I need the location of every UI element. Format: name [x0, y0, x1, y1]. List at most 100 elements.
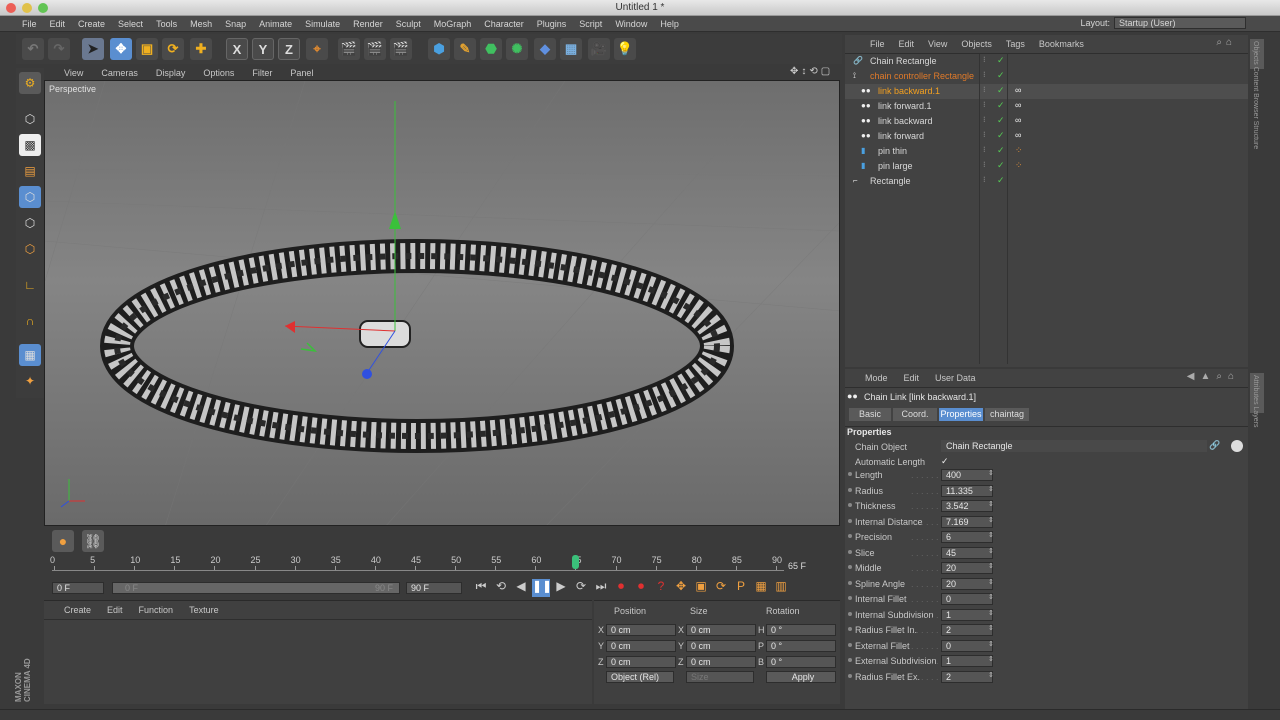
- menu-item-create[interactable]: Create: [78, 19, 105, 29]
- object-row[interactable]: 🔗 Chain Rectangle ⁝ ✓: [845, 54, 1248, 69]
- property-field[interactable]: 1: [941, 655, 993, 667]
- enabled-check-icon[interactable]: ✓: [997, 55, 1005, 66]
- next-key-icon[interactable]: ⟳: [572, 579, 590, 597]
- stepper-arrows-icon[interactable]: ⇕: [988, 547, 994, 555]
- object-name[interactable]: pin large: [878, 161, 913, 171]
- key-scale-icon[interactable]: ▣: [692, 579, 710, 597]
- property-field[interactable]: 0: [941, 593, 993, 605]
- property-field[interactable]: 2: [941, 670, 993, 683]
- chain-object-link-field[interactable]: Chain Rectangle: [941, 440, 1207, 452]
- material-menu-edit[interactable]: Edit: [107, 605, 123, 615]
- property-field[interactable]: 400: [941, 469, 993, 481]
- stepper-arrows-icon[interactable]: ⇕: [988, 578, 994, 586]
- object-row[interactable]: ▮ pin thin ⁝ ✓ ⁘: [845, 144, 1248, 159]
- stepper-arrows-icon[interactable]: ⇕: [988, 500, 994, 508]
- object-menu-view[interactable]: View: [928, 39, 947, 49]
- coordinate-system-icon[interactable]: ⌖: [306, 38, 328, 60]
- spline-pen-icon[interactable]: ✎: [454, 38, 476, 60]
- menu-item-plugins[interactable]: Plugins: [537, 19, 567, 29]
- next-frame-icon[interactable]: ▶: [552, 579, 570, 597]
- make-editable-icon[interactable]: ⚙: [19, 72, 41, 94]
- camera-icon[interactable]: 🎥: [588, 38, 610, 60]
- rotation-field[interactable]: 0 °: [766, 640, 836, 652]
- go-to-start-icon[interactable]: ⏮: [472, 579, 490, 597]
- property-field[interactable]: 7.169: [941, 515, 993, 528]
- object-row[interactable]: ●● link backward.1 ⁝ ✓ ∞: [845, 84, 1248, 99]
- attribute-menu-user-data[interactable]: User Data: [935, 373, 976, 383]
- tab-basic[interactable]: Basic: [849, 408, 891, 421]
- property-field[interactable]: 1: [941, 608, 993, 621]
- key-position-icon[interactable]: ✥: [672, 579, 690, 597]
- render-view-icon[interactable]: 🎬: [338, 38, 360, 60]
- redo-icon[interactable]: ↷: [48, 38, 70, 60]
- enabled-check-icon[interactable]: ✓: [997, 145, 1005, 156]
- visibility-dots-icon[interactable]: ⁝: [983, 175, 986, 184]
- stepper-arrows-icon[interactable]: ⇕: [988, 562, 994, 570]
- magnet-snap-icon[interactable]: ∩: [19, 310, 41, 332]
- viewport-menu-options[interactable]: Options: [203, 68, 234, 78]
- texture-mode-icon[interactable]: ▩: [19, 134, 41, 156]
- object-menu-edit[interactable]: Edit: [899, 39, 915, 49]
- previous-frame-icon[interactable]: ◀: [512, 579, 530, 597]
- layout-selector[interactable]: Layout: Startup (User): [1080, 17, 1246, 29]
- playhead[interactable]: [572, 555, 580, 569]
- object-row[interactable]: ●● link backward ⁝ ✓ ∞: [845, 114, 1248, 129]
- render-settings-icon[interactable]: 🎬: [390, 38, 412, 60]
- object-row[interactable]: ⌐ Rectangle ⁝ ✓: [845, 174, 1248, 189]
- select-arrow-icon[interactable]: ➤: [82, 38, 104, 60]
- tab-coord[interactable]: Coord.: [893, 408, 937, 421]
- link-icon[interactable]: 🔗: [1209, 440, 1220, 451]
- enabled-check-icon[interactable]: ✓: [997, 85, 1005, 96]
- range-slider[interactable]: 0 F 90 F: [112, 582, 400, 594]
- move-tool-icon[interactable]: ✥: [110, 38, 132, 60]
- material-menu-texture[interactable]: Texture: [189, 605, 219, 615]
- object-name[interactable]: link backward.1: [878, 86, 940, 96]
- layout-dropdown[interactable]: Startup (User): [1114, 17, 1246, 29]
- property-field[interactable]: 3.542: [941, 500, 993, 512]
- object-row[interactable]: ▮ pin large ⁝ ✓ ⁘: [845, 159, 1248, 174]
- size-field[interactable]: 0 cm: [686, 656, 756, 668]
- undo-icon[interactable]: ↶: [22, 38, 44, 60]
- object-name[interactable]: link forward: [878, 131, 924, 141]
- stepper-arrows-icon[interactable]: ⇕: [988, 593, 994, 601]
- perspective-viewport[interactable]: Perspective: [44, 80, 840, 526]
- menu-item-tools[interactable]: Tools: [156, 19, 177, 29]
- enabled-check-icon[interactable]: ✓: [997, 70, 1005, 81]
- chain-tag-icon[interactable]: ∞: [1015, 115, 1021, 125]
- property-field[interactable]: 6: [941, 531, 993, 543]
- object-menu-file[interactable]: File: [870, 39, 885, 49]
- size-field[interactable]: 0 cm: [686, 640, 756, 652]
- viewport-menu-display[interactable]: Display: [156, 68, 186, 78]
- key-parameter-icon[interactable]: P: [732, 579, 750, 597]
- minimize-window-button[interactable]: [22, 3, 32, 13]
- enabled-check-icon[interactable]: ✓: [997, 100, 1005, 111]
- z-axis-lock-button[interactable]: Z: [278, 38, 300, 60]
- scale-tool-icon[interactable]: ▣: [136, 38, 158, 60]
- object-name[interactable]: link forward.1: [878, 101, 932, 111]
- position-field[interactable]: 0 cm: [606, 656, 676, 668]
- menu-item-sculpt[interactable]: Sculpt: [396, 19, 421, 29]
- material-preview-icon[interactable]: ●: [52, 530, 74, 552]
- menu-item-window[interactable]: Window: [615, 19, 647, 29]
- autokey-icon[interactable]: ⏺: [632, 579, 650, 597]
- position-field[interactable]: 0 cm: [606, 640, 676, 652]
- object-name[interactable]: link backward: [878, 116, 933, 126]
- subdivision-surface-icon[interactable]: ⬣: [480, 38, 502, 60]
- menu-item-file[interactable]: File: [22, 19, 37, 29]
- attribute-nav-icons[interactable]: ◀▲⌕⌂: [1187, 371, 1240, 382]
- model-mode-icon[interactable]: ⬡: [19, 108, 41, 130]
- object-manager-search-icon[interactable]: ⌕⌂: [1216, 37, 1236, 48]
- stepper-arrows-icon[interactable]: ⇕: [988, 469, 994, 477]
- previous-key-icon[interactable]: ⟲: [492, 579, 510, 597]
- menu-item-render[interactable]: Render: [353, 19, 383, 29]
- enabled-check-icon[interactable]: ✓: [997, 175, 1005, 186]
- timeline-ruler[interactable]: 051015202530354045505560657075808590: [50, 553, 784, 571]
- automatic-length-checkbox[interactable]: ✓: [941, 456, 949, 467]
- chain-tag-icon[interactable]: ∞: [1015, 85, 1021, 95]
- stepper-arrows-icon[interactable]: ⇕: [988, 671, 994, 679]
- visibility-dots-icon[interactable]: ⁝: [983, 160, 986, 169]
- record-icon[interactable]: ⏺: [612, 579, 630, 597]
- coordinate-mode-dropdown[interactable]: Object (Rel): [606, 671, 674, 683]
- material-menu-create[interactable]: Create: [64, 605, 91, 615]
- menu-item-edit[interactable]: Edit: [50, 19, 66, 29]
